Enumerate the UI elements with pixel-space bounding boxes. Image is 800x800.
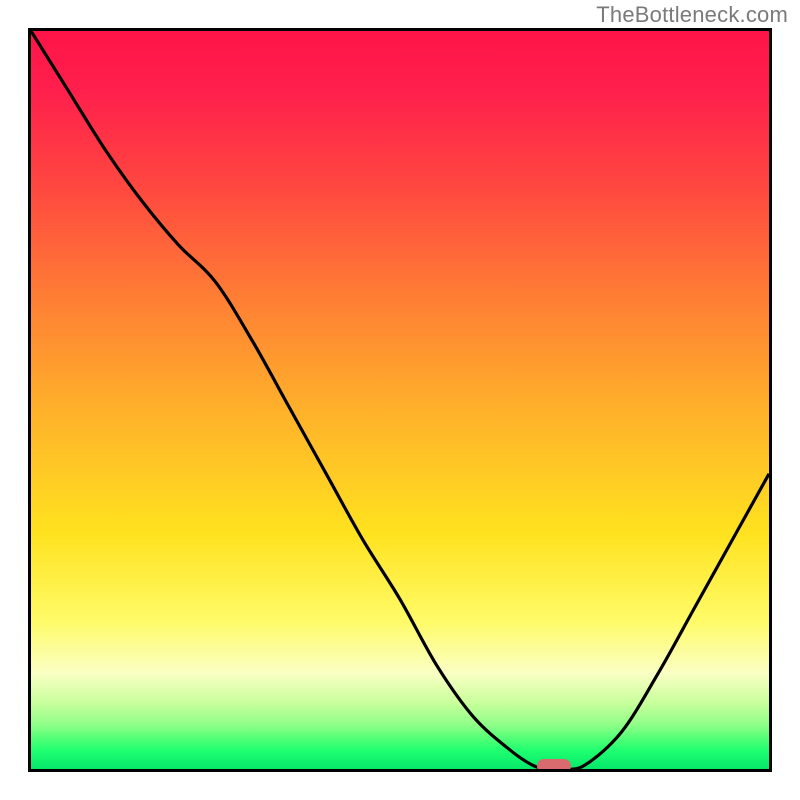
watermark-text: TheBottleneck.com [596, 2, 788, 28]
plot-area [28, 28, 772, 772]
curve-svg [31, 31, 769, 769]
chart-container: TheBottleneck.com [0, 0, 800, 800]
bottleneck-curve [31, 31, 769, 769]
optimal-marker [537, 759, 571, 772]
